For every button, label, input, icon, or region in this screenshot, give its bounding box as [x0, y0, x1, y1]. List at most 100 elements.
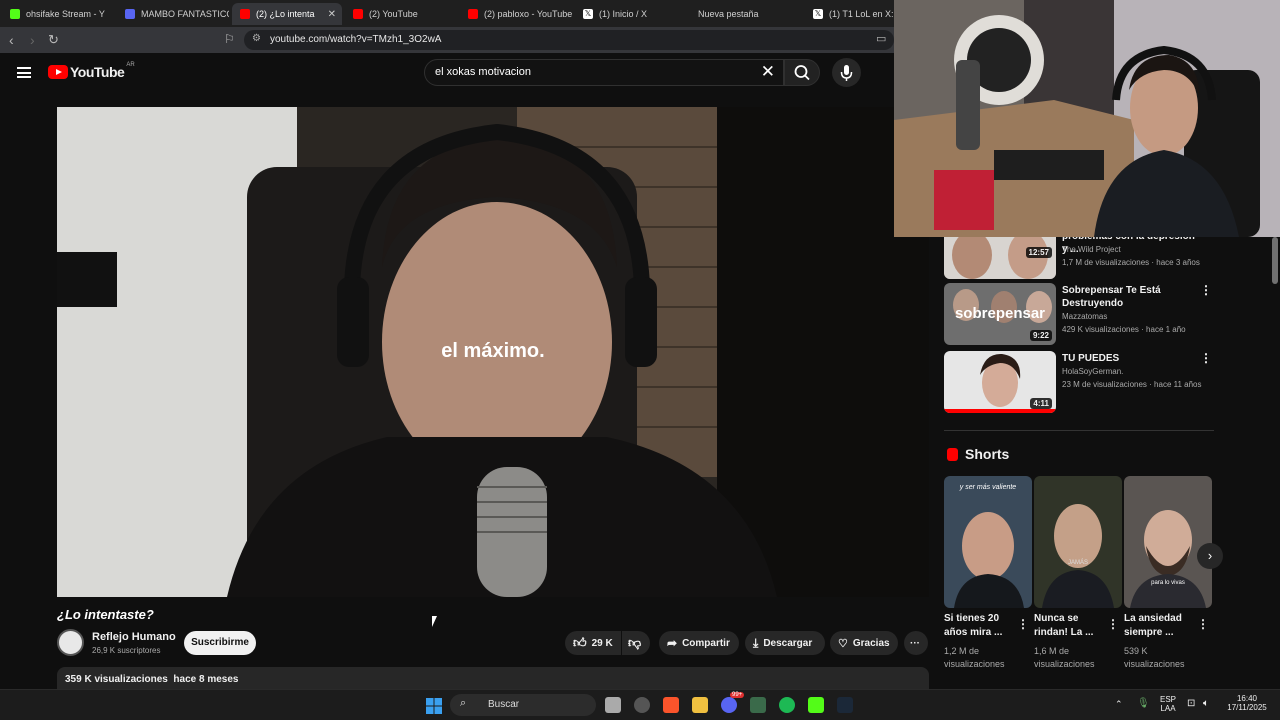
divider — [944, 430, 1214, 431]
x-logo-icon: 𝕏 — [813, 9, 823, 19]
clock[interactable]: 16:40 17/11/2025 — [1222, 694, 1272, 712]
subscriber-count: 26,9 K suscriptores — [92, 646, 161, 655]
network-icon[interactable]: ⊡ — [1187, 698, 1195, 709]
more-options-icon[interactable]: ⋮ — [1197, 617, 1209, 631]
short-thumbnail[interactable]: para lo vivas — [1124, 476, 1212, 608]
settings-app-icon[interactable] — [634, 697, 650, 713]
more-options-icon[interactable]: ⋮ — [1017, 617, 1029, 631]
tab-t1[interactable]: 𝕏(1) T1 LoL en X: "Th — [805, 3, 895, 25]
shorts-icon — [947, 447, 958, 461]
tab-new[interactable]: Nueva pestaña — [690, 3, 802, 25]
short-art — [944, 476, 1032, 608]
search-input[interactable]: el xokas motivacion ✕ — [424, 59, 784, 86]
clear-search-icon[interactable]: ✕ — [761, 62, 775, 82]
volume-icon[interactable]: 🔈︎ — [1203, 698, 1209, 709]
file-explorer-icon[interactable] — [692, 697, 708, 713]
short-art — [1124, 476, 1212, 608]
search-button[interactable] — [784, 59, 820, 86]
tab-kick[interactable]: ohsifake Stream - Y — [2, 3, 114, 25]
more-options-icon[interactable]: ⋮ — [1200, 351, 1212, 365]
site-info-icon[interactable]: ⚙ — [252, 33, 261, 44]
dislike-button[interactable]: 👎︎ — [622, 631, 650, 655]
tab-discord[interactable]: MAMBO FANTASTICO — [117, 3, 229, 25]
related-video[interactable]: 4:11 TU PUEDES HolaSoyGerman. 23 M de vi… — [944, 351, 1214, 413]
forward-icon[interactable]: › — [30, 32, 35, 48]
tab-youtube[interactable]: (2) YouTube — [345, 3, 457, 25]
voice-search-button[interactable] — [832, 58, 861, 87]
short-thumbnail[interactable]: JAMÁS — [1034, 476, 1122, 608]
page-scrollbar[interactable] — [1272, 237, 1278, 284]
more-options-icon[interactable]: ⋮ — [1200, 283, 1212, 297]
thanks-icon: ♡ — [838, 637, 848, 650]
windows-start-icon[interactable] — [426, 698, 442, 714]
chevron-right-icon: › — [1207, 548, 1213, 563]
kick-icon — [10, 9, 20, 19]
video-caption: el máximo. — [441, 340, 545, 362]
taskbar-search[interactable]: ⌕ Buscar — [450, 694, 596, 716]
related-video[interactable]: sobrepensar 9:22 Sobrepensar Te Está Des… — [944, 283, 1214, 345]
more-actions-button[interactable]: ··· — [904, 631, 928, 655]
tab-pabloxo[interactable]: (2) pabloxo - YouTube — [460, 3, 572, 25]
close-tab-icon[interactable]: ✕ — [328, 9, 336, 20]
youtube-icon — [468, 9, 478, 19]
short-views: 1,2 M de visualizaciones — [944, 646, 1005, 669]
thumbnail-art — [944, 237, 1056, 279]
youtube-icon — [353, 9, 363, 19]
download-button[interactable]: ⤓ Descargar — [745, 631, 825, 655]
search-icon — [794, 65, 810, 81]
kick-icon[interactable] — [808, 697, 824, 713]
short-thumbnail[interactable]: y ser más valiente — [944, 476, 1032, 608]
brave-browser-icon[interactable] — [663, 697, 679, 713]
channel-avatar[interactable] — [57, 629, 84, 656]
related-video[interactable]: 12:57 problemas con la depresion y ... T… — [944, 237, 1214, 279]
video-title: ¿Lo intentaste? — [57, 607, 154, 622]
discord-icon[interactable] — [721, 697, 737, 713]
video-thumbnail: sobrepensar 9:22 — [944, 283, 1056, 345]
video-thumbnail: 12:57 — [944, 237, 1056, 279]
search-icon: ⌕ — [460, 697, 467, 709]
webcam-overlay — [894, 0, 1280, 237]
task-view-icon[interactable] — [605, 697, 621, 713]
app-icon[interactable] — [750, 697, 766, 713]
spotify-icon[interactable] — [779, 697, 795, 713]
thumbs-down-icon: 👎︎ — [628, 635, 642, 650]
share-icon: ➦ — [667, 636, 678, 650]
like-button[interactable]: 👍︎ 29 K — [565, 631, 621, 655]
steam-icon[interactable] — [837, 697, 853, 713]
address-bar[interactable]: ⚙ youtube.com/watch?v=TMzh1_3O2wA — [244, 30, 894, 50]
microphone-icon — [840, 65, 853, 81]
youtube-logo[interactable]: YouTube AR — [48, 62, 135, 80]
chevron-up-icon[interactable]: ⌃ — [1115, 699, 1123, 710]
more-icon: ··· — [910, 637, 920, 649]
short-title[interactable]: Nunca se rindan! La ... — [1034, 612, 1109, 640]
microphone-icon[interactable]: 🎙︎ — [1137, 698, 1150, 709]
youtube-icon — [240, 9, 250, 19]
cast-icon[interactable]: ▭ — [876, 32, 886, 45]
video-player[interactable]: el máximo. — [57, 107, 929, 597]
more-options-icon[interactable]: ⋮ — [1107, 617, 1119, 631]
bookmark-icon[interactable]: ⚐ — [224, 32, 235, 46]
windows-taskbar: ⌕ Buscar 99+ ⌃ 🎙︎ ESP LAA ⊡ 🔈︎ 16:40 17/… — [0, 689, 1280, 720]
tab-x-home[interactable]: 𝕏 (1) Inicio / X — [575, 3, 687, 25]
mouse-cursor — [432, 616, 442, 627]
notification-badge: 99+ — [730, 692, 745, 698]
short-title[interactable]: La ansiedad siempre ... — [1124, 612, 1199, 640]
thanks-button[interactable]: ♡ Gracias — [830, 631, 898, 655]
reload-icon[interactable]: ↻ — [48, 32, 59, 48]
menu-icon[interactable] — [17, 67, 31, 78]
tab-active-video[interactable]: (2) ¿Lo intenta ✕ — [232, 3, 342, 25]
share-button[interactable]: ➦ Compartir — [659, 631, 739, 655]
thumbs-up-icon: 👍︎ — [573, 635, 587, 650]
subscribe-button[interactable]: Suscribirme — [184, 631, 256, 655]
short-views: 1,6 M de visualizaciones — [1034, 646, 1095, 669]
video-thumbnail: 4:11 — [944, 351, 1056, 413]
language-indicator[interactable]: ESP LAA — [1154, 695, 1182, 713]
shorts-heading: Shorts — [947, 446, 1009, 462]
discord-icon — [125, 9, 135, 19]
back-icon[interactable]: ‹ — [9, 32, 14, 48]
youtube-play-icon — [48, 65, 68, 79]
download-icon: ⤓ — [753, 635, 759, 650]
shorts-next-button[interactable]: › — [1197, 543, 1223, 569]
channel-name[interactable]: Reflejo Humano — [92, 631, 176, 643]
short-title[interactable]: Si tienes 20 años mira ... — [944, 612, 1019, 640]
